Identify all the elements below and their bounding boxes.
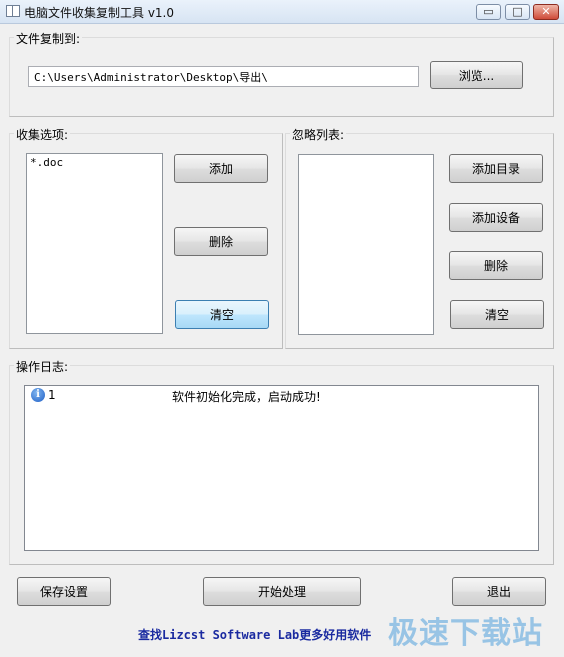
window-title: 电脑文件收集复制工具 v1.0	[24, 6, 175, 20]
collect-delete-button[interactable]: 删除	[174, 227, 268, 256]
operation-log-label: 操作日志:	[14, 358, 71, 375]
copy-destination-input[interactable]	[28, 66, 419, 87]
collect-add-button[interactable]: 添加	[174, 154, 268, 183]
collect-clear-button[interactable]: 清空	[175, 300, 269, 329]
collect-options-list[interactable]: *.doc	[26, 153, 163, 334]
maximize-button[interactable]: □	[505, 4, 530, 20]
add-directory-button[interactable]: 添加目录	[449, 154, 543, 183]
copy-to-label: 文件复制到:	[14, 30, 83, 47]
minimize-button[interactable]: ▭	[476, 4, 501, 20]
save-settings-button[interactable]: 保存设置	[17, 577, 111, 606]
ignore-delete-button[interactable]: 删除	[449, 251, 543, 280]
add-device-button[interactable]: 添加设备	[449, 203, 543, 232]
app-icon	[6, 5, 20, 17]
ignore-list-label: 忽略列表:	[290, 126, 347, 143]
info-icon: i	[31, 388, 45, 402]
log-entry-index: 1	[48, 388, 56, 402]
exit-button[interactable]: 退出	[452, 577, 546, 606]
operation-log-list[interactable]	[24, 385, 539, 551]
ignore-clear-button[interactable]: 清空	[450, 300, 544, 329]
more-software-link[interactable]: 查找Lizcst Software Lab更多好用软件	[138, 626, 371, 643]
watermark-logo: 极速下载站	[388, 616, 543, 651]
close-button[interactable]: ✕	[533, 4, 559, 20]
collect-options-label: 收集选项:	[14, 126, 71, 143]
log-entry-message: 软件初始化完成，启动成功!	[172, 390, 321, 404]
ignore-list[interactable]	[298, 154, 434, 335]
start-processing-button[interactable]: 开始处理	[203, 577, 361, 606]
browse-button[interactable]: 浏览...	[430, 61, 523, 89]
list-item[interactable]: *.doc	[30, 156, 63, 169]
